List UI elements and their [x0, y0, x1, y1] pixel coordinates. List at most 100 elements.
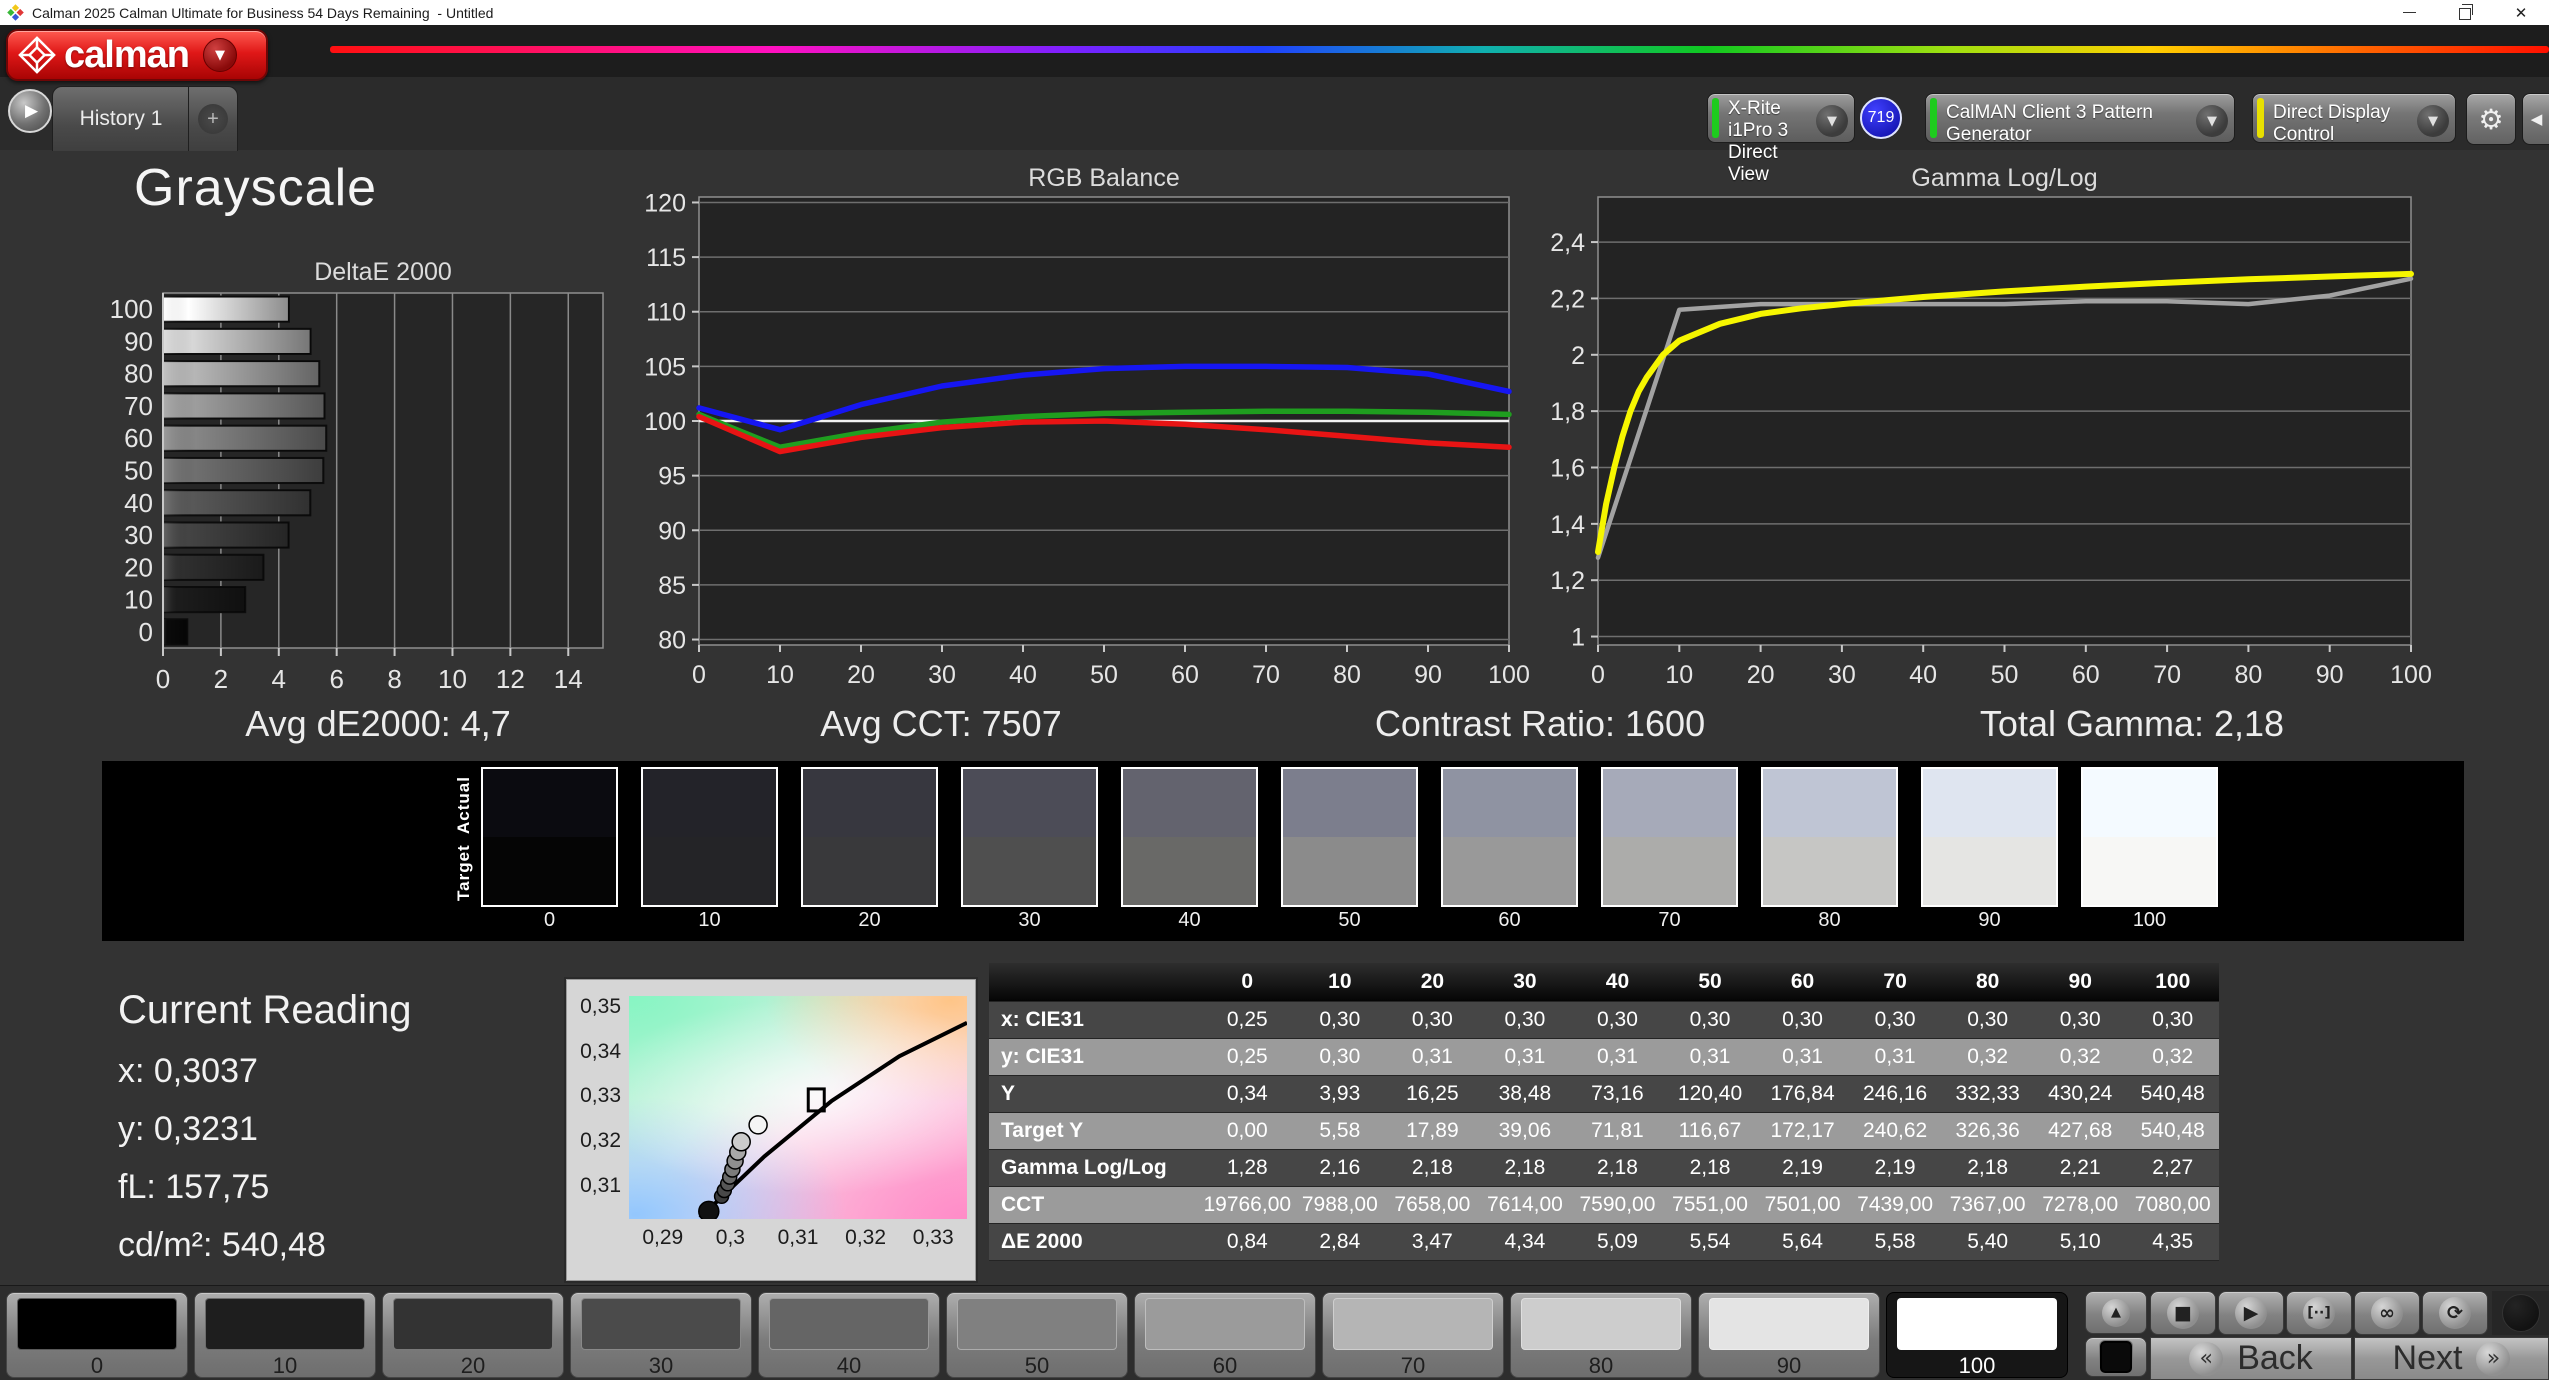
- svg-text:50: 50: [1991, 661, 2019, 689]
- table-cell: 7367,00: [1949, 1193, 2026, 1216]
- swatch-target-half: [643, 837, 776, 905]
- table-header-cell: [989, 963, 1201, 1001]
- table-header-cell: 40: [1605, 970, 1630, 993]
- pattern-window-button[interactable]: [2085, 1337, 2147, 1377]
- chevron-down-icon: ▼: [2417, 105, 2449, 137]
- table-header-cell: 10: [1328, 970, 1352, 993]
- table-header-cell: 60: [1790, 970, 1815, 993]
- table-cell: 1,28: [1226, 1156, 1268, 1179]
- table-cell: 2,84: [1319, 1230, 1361, 1253]
- next-label: Next: [2392, 1339, 2463, 1377]
- title-bar: Calman 2025 Calman Ultimate for Business…: [0, 0, 2549, 25]
- pattern-level-button-40[interactable]: 40: [758, 1292, 940, 1378]
- pattern-level-button-90[interactable]: 90: [1698, 1292, 1880, 1378]
- minimize-button[interactable]: [2381, 0, 2437, 25]
- pattern-level-button-20[interactable]: 20: [382, 1292, 564, 1378]
- loop-button[interactable]: ∞: [2354, 1291, 2420, 1335]
- calman-menu-button[interactable]: calman ▼: [6, 29, 268, 81]
- svg-text:0: 0: [1591, 661, 1605, 689]
- pattern-generator-dropdown[interactable]: CalMAN Client 3 Pattern Generator ▼: [1925, 93, 2235, 145]
- swatch-actual-half: [803, 769, 936, 837]
- swatch-target-half: [963, 837, 1096, 905]
- svg-text:2,2: 2,2: [1550, 285, 1585, 313]
- table-cell: 0,30: [1782, 1008, 1823, 1031]
- table-cell: 4,35: [2152, 1230, 2194, 1253]
- swatch-level-label: 20: [858, 909, 881, 931]
- table-header-cell: 80: [1975, 970, 2000, 993]
- table-cell: 5,40: [1967, 1230, 2009, 1253]
- stop-button[interactable]: ■: [2150, 1291, 2216, 1335]
- grayscale-swatch-strip: Actual Target 0 10 20 30 40 50 60 70 80 90 100: [102, 761, 2464, 941]
- cie-y-tick: 0,33: [580, 1084, 621, 1108]
- table-cell: 2,27: [2152, 1156, 2194, 1179]
- pattern-level-button-10[interactable]: 10: [194, 1292, 376, 1378]
- table-cell: 0,25: [1226, 1045, 1268, 1068]
- svg-text:40: 40: [124, 488, 153, 518]
- pattern-level-button-100[interactable]: 100: [1886, 1292, 2068, 1378]
- meter-count-badge: 719: [1860, 97, 1902, 139]
- table-cell: 0,30: [2152, 1008, 2194, 1031]
- table-cell: 73,16: [1591, 1082, 1644, 1105]
- table-cell: 0,32: [2059, 1045, 2101, 1068]
- table-header-row: 0 10 20 30 40 50 60 70 80 90 100: [989, 963, 2219, 1002]
- grayscale-swatch: [1441, 767, 1578, 907]
- meter-dropdown[interactable]: X-Rite i1Pro 3 Direct View ▼: [1707, 93, 1855, 185]
- swatch-level-label: 80: [1818, 909, 1841, 931]
- table-cell: 0,30: [1319, 1008, 1361, 1031]
- table-row-label: y: CIE31: [1001, 1045, 1084, 1068]
- settings-button[interactable]: ⚙: [2466, 93, 2516, 145]
- svg-text:10: 10: [124, 585, 153, 615]
- table-row-label: CCT: [1001, 1193, 1045, 1216]
- table-cell: 0,30: [1319, 1045, 1361, 1068]
- table-cell: 39,06: [1498, 1119, 1552, 1142]
- svg-text:40: 40: [1909, 661, 1937, 689]
- pattern-level-label: 60: [1212, 1353, 1238, 1378]
- svg-text:1,8: 1,8: [1550, 398, 1585, 426]
- pattern-swatch: [393, 1298, 553, 1350]
- pattern-level-button-0[interactable]: 0: [6, 1292, 188, 1378]
- refresh-button[interactable]: ⟳: [2422, 1291, 2488, 1335]
- svg-text:40: 40: [1009, 661, 1037, 689]
- restore-button[interactable]: [2437, 0, 2493, 25]
- calman-logo-text: calman: [64, 33, 190, 76]
- table-row: x: CIE31 0,25 0,30 0,30 0,30 0,30 0,30 0,30 0,30…: [989, 1002, 2219, 1039]
- session-play-button[interactable]: ▶: [8, 89, 52, 133]
- back-button[interactable]: « Back: [2150, 1337, 2352, 1380]
- pattern-level-button-50[interactable]: 50: [946, 1292, 1128, 1378]
- table-cell: 5,10: [2059, 1230, 2101, 1253]
- next-button[interactable]: Next »: [2354, 1337, 2549, 1380]
- summary-avg-cct: Avg CCT: 7507: [820, 703, 1062, 744]
- table-cell: 176,84: [1770, 1082, 1835, 1105]
- svg-text:60: 60: [1171, 661, 1199, 689]
- current-reading-x: x: 0,3037: [118, 1052, 258, 1090]
- svg-text:100: 100: [644, 408, 686, 436]
- table-cell: 0,30: [1597, 1008, 1638, 1031]
- pattern-level-button-80[interactable]: 80: [1510, 1292, 1692, 1378]
- display-control-dropdown[interactable]: Direct Display Control ▼: [2252, 93, 2456, 145]
- pattern-level-button-30[interactable]: 30: [570, 1292, 752, 1378]
- cie-overlay: [698, 1021, 967, 1219]
- play-button[interactable]: ▶: [2218, 1291, 2284, 1335]
- table-cell: 0,31: [1689, 1045, 1731, 1068]
- table-cell: 7590,00: [1579, 1193, 1656, 1216]
- collapse-panel-button[interactable]: ◀: [2522, 93, 2549, 145]
- table-cell: 7551,00: [1672, 1193, 1748, 1216]
- swatch-actual-half: [1123, 769, 1256, 837]
- table-cell: 0,32: [2152, 1045, 2194, 1068]
- current-reading-title: Current Reading: [118, 988, 412, 1032]
- display-control-status-bar: [2257, 98, 2264, 138]
- pattern-up-button[interactable]: ▲: [2085, 1291, 2147, 1334]
- tab-history-1[interactable]: History 1: [52, 86, 189, 151]
- chevrons-right-icon: »: [2476, 1341, 2511, 1376]
- table-cell: 2,18: [1689, 1156, 1731, 1179]
- add-tab-button[interactable]: +: [188, 86, 238, 151]
- swatch-target-half: [803, 837, 936, 905]
- pattern-level-button-70[interactable]: 70: [1322, 1292, 1504, 1378]
- step-button[interactable]: [··]: [2286, 1291, 2352, 1335]
- pattern-level-button-60[interactable]: 60: [1134, 1292, 1316, 1378]
- table-cell: 0,00: [1226, 1119, 1268, 1142]
- close-button[interactable]: ✕: [2493, 0, 2549, 25]
- calman-diamond-icon: [18, 36, 56, 74]
- svg-text:80: 80: [658, 627, 686, 655]
- swatch-level-label: 100: [2132, 909, 2167, 931]
